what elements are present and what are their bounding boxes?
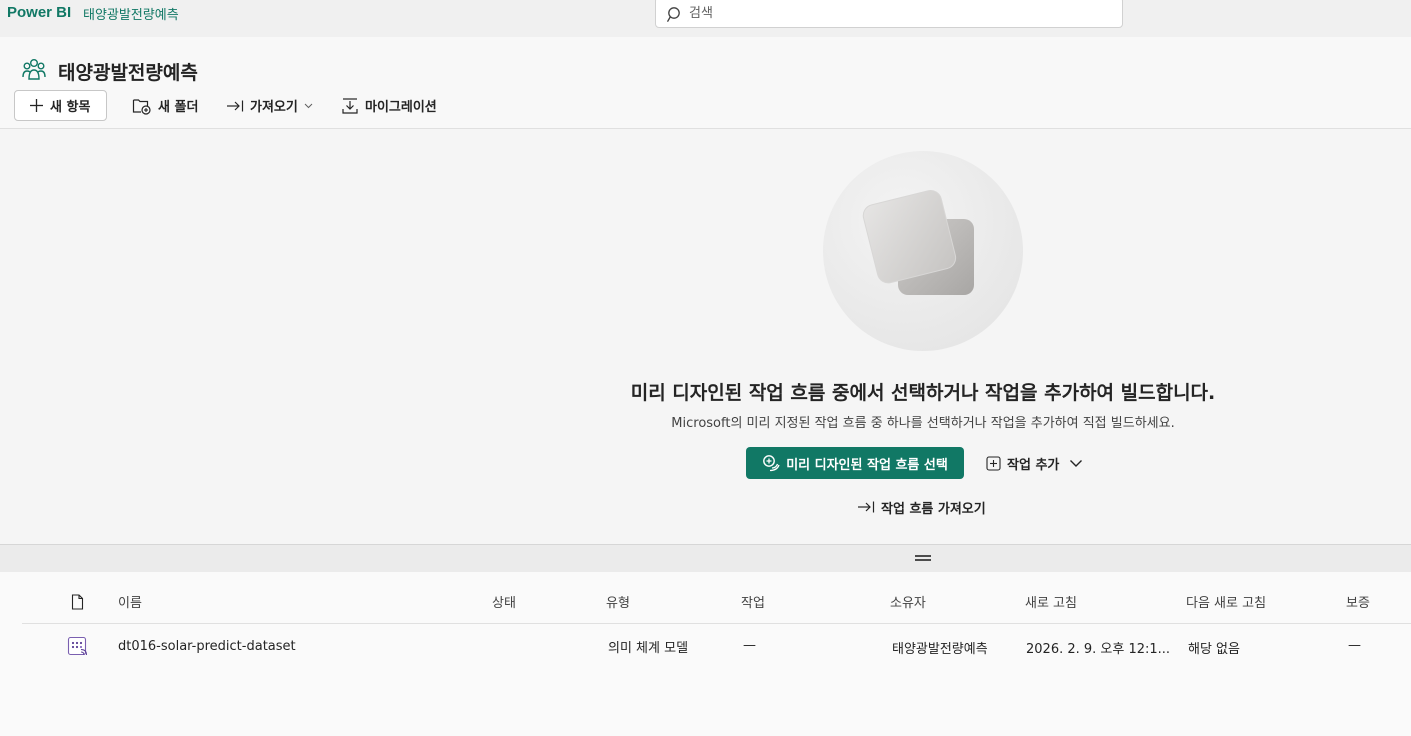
stacked-tiles-icon <box>862 190 974 295</box>
migrate-icon <box>342 97 358 114</box>
empty-state-illustration <box>823 151 1023 351</box>
new-folder-button[interactable]: 새 폴더 <box>132 90 198 121</box>
new-folder-label: 새 폴더 <box>158 100 199 115</box>
column-header-endorsement[interactable]: 보증 <box>1346 592 1370 611</box>
column-header-type[interactable]: 유형 <box>606 592 630 611</box>
search-icon <box>667 7 680 22</box>
cell-refreshed: 2026. 2. 9. 오후 12:1... <box>1026 642 1171 657</box>
select-predesigned-flow-label: 미리 디자인된 작업 흐름 선택 <box>786 457 948 473</box>
column-header-refreshed[interactable]: 새로 고침 <box>1025 592 1077 611</box>
flow-template-icon <box>763 455 780 472</box>
chevron-down-icon <box>304 103 313 108</box>
add-task-button[interactable]: 작업 추가 <box>986 451 1083 475</box>
column-header-status[interactable]: 상태 <box>492 592 516 611</box>
column-header-task[interactable]: 작업 <box>741 592 765 611</box>
column-header-name[interactable]: 이름 <box>118 592 142 611</box>
migrate-label: 마이그레이션 <box>365 100 437 115</box>
folder-add-icon <box>132 98 151 115</box>
app-brand[interactable]: Power BI <box>7 4 71 21</box>
cell-name[interactable]: dt016-solar-predict-dataset <box>118 639 296 654</box>
import-button[interactable]: 가져오기 <box>226 90 313 121</box>
empty-state-title: 미리 디자인된 작업 흐름 중에서 선택하거나 작업을 추가하여 빌드합니다. <box>630 382 1216 404</box>
cell-type: 의미 체계 모델 <box>608 641 689 656</box>
empty-state-panel: 미리 디자인된 작업 흐름 중에서 선택하거나 작업을 추가하여 빌드합니다. … <box>0 130 1411 544</box>
plus-icon <box>30 99 43 112</box>
column-header-owner[interactable]: 소유자 <box>890 592 926 611</box>
cell-endorsement: — <box>1348 638 1361 653</box>
import-arrow-icon <box>227 100 244 111</box>
pane-splitter[interactable] <box>0 544 1411 572</box>
chevron-down-icon <box>1070 459 1083 467</box>
items-list: 이름 상태 유형 작업 소유자 새로 고침 다음 새로 고침 보증 dt016-… <box>0 572 1411 736</box>
cell-task: — <box>743 638 756 653</box>
semantic-model-icon <box>67 636 87 656</box>
import-label: 가져오기 <box>250 100 298 115</box>
workspace-people-icon <box>22 59 46 80</box>
new-item-label: 새 항목 <box>50 100 91 115</box>
file-type-icon[interactable] <box>71 594 84 610</box>
drag-handle-icon[interactable] <box>915 554 931 562</box>
add-task-label: 작업 추가 <box>1007 457 1060 473</box>
cell-owner: 태양광발전량예측 <box>892 642 988 657</box>
import-flow-label: 작업 흐름 가져오기 <box>881 501 986 517</box>
workspace-title: 태양광발전량예측 <box>58 62 198 84</box>
search-input[interactable] <box>689 3 1109 23</box>
import-flow-button[interactable]: 작업 흐름 가져오기 <box>857 496 986 518</box>
empty-state-subtitle: Microsoft의 미리 지정된 작업 흐름 중 하나를 선택하거나 작업을 … <box>671 416 1175 431</box>
workspace-header: 태양광발전량예측 새 항목 새 폴더 가져오기 마이그레이션 <box>0 37 1411 129</box>
new-item-button[interactable]: 새 항목 <box>14 90 107 121</box>
import-arrow-icon <box>858 501 875 513</box>
top-bar: Power BI 태양광발전량예측 <box>0 0 1411 37</box>
search-box[interactable] <box>655 0 1123 28</box>
cell-next-refresh: 해당 없음 <box>1188 642 1240 657</box>
column-header-next-refresh[interactable]: 다음 새로 고침 <box>1186 592 1266 611</box>
toolbar: 새 항목 새 폴더 가져오기 마이그레이션 <box>0 90 1411 122</box>
breadcrumb-workspace[interactable]: 태양광발전량예측 <box>83 4 179 23</box>
add-square-icon <box>986 455 1001 471</box>
migrate-button[interactable]: 마이그레이션 <box>341 90 437 121</box>
select-predesigned-flow-button[interactable]: 미리 디자인된 작업 흐름 선택 <box>746 447 964 479</box>
